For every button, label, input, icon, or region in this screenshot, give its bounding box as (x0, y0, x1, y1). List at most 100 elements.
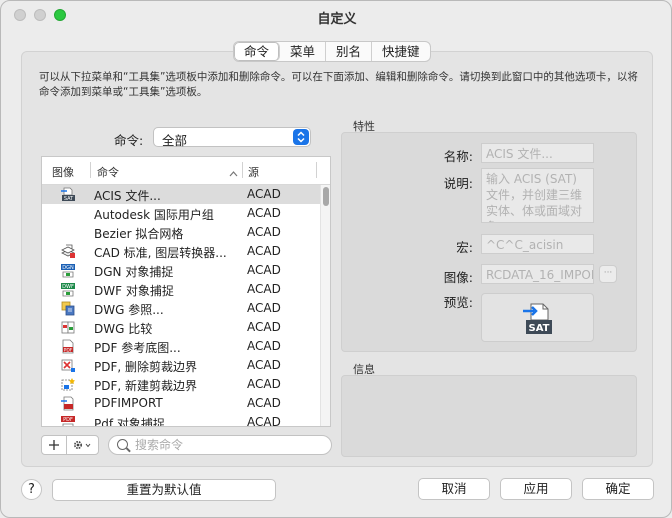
macro-field[interactable]: ^C^C_acisin (481, 234, 594, 254)
tab-bar: 命令 菜单 别名 快捷键 (233, 41, 431, 62)
command-rows: SAT ACIS 文件... ACAD Autodesk 国际用户组 ACAD … (42, 185, 320, 427)
table-row[interactable]: DWF DWF 对象捕捉 ACAD (42, 280, 320, 299)
dwg-compare-icon (60, 320, 76, 335)
command-search-input[interactable] (135, 437, 325, 453)
tab-shortcuts[interactable]: 快捷键 (372, 42, 430, 61)
command-source: ACAD (247, 339, 281, 353)
description-field[interactable]: 输入 ACIS (SAT) 文件，并创建三维实体、体或面域对象 (481, 168, 594, 223)
command-name: Autodesk 国际用户组 (94, 208, 214, 222)
cad-standards-icon (60, 244, 76, 259)
pdf-delete-clip-icon (60, 358, 76, 373)
command-filter-value: 全部 (162, 133, 188, 148)
command-name: DWG 比较 (94, 322, 153, 336)
table-row[interactable]: PDF PDF 参考底图... ACAD (42, 337, 320, 356)
cancel-button[interactable]: 取消 (418, 478, 490, 500)
column-header-source[interactable]: 源 (248, 164, 259, 180)
command-source: ACAD (247, 301, 281, 315)
table-row[interactable]: PDF Pdf 对象捕捉... ACAD (42, 413, 320, 427)
svg-text:SAT: SAT (64, 196, 74, 202)
command-name: PDF 参考底图... (94, 341, 181, 355)
name-field[interactable]: ACIS 文件... (481, 143, 594, 163)
tab-menus[interactable]: 菜单 (280, 42, 327, 61)
command-name: Bezier 拟合网格 (94, 227, 184, 241)
info-group (341, 375, 637, 457)
command-name: DGN 对象捕捉 (94, 265, 174, 279)
command-list-header: 图像 命令 源 (42, 157, 330, 185)
dwg-reference-icon (60, 301, 76, 316)
gear-icon (73, 440, 90, 450)
image-field[interactable]: RCDATA_16_IMPORT (481, 264, 594, 284)
command-source: ACAD (247, 187, 281, 201)
command-source: ACAD (247, 263, 281, 277)
scrollbar-thumb[interactable] (323, 187, 329, 206)
command-list[interactable]: 图像 命令 源 SAT ACIS 文件... ACAD Autodesk 国际用… (41, 156, 331, 427)
svg-text:SAT: SAT (529, 323, 550, 334)
svg-text:PDF: PDF (64, 347, 73, 353)
table-row[interactable]: PDFIMPORT ACAD (42, 394, 320, 413)
command-list-scrollbar[interactable] (320, 185, 330, 426)
command-source: ACAD (247, 282, 281, 296)
pdf-snap-icon: PDF (60, 415, 76, 426)
command-source: ACAD (247, 377, 281, 391)
command-filter-label: 命令: (114, 133, 144, 148)
tab-commands[interactable]: 命令 (234, 42, 281, 61)
pdf-new-clip-icon (60, 377, 76, 392)
command-source: ACAD (247, 244, 281, 258)
svg-text:DWF: DWF (62, 284, 74, 290)
help-button[interactable]: ? (21, 479, 42, 500)
customize-dialog: 自定义 命令 菜单 别名 快捷键 可以从下拉菜单和“工具集”选项板中添加和删除命… (0, 0, 672, 518)
column-divider (90, 162, 91, 178)
command-source: ACAD (247, 206, 281, 220)
command-source: ACAD (247, 358, 281, 372)
command-actions-menu-button[interactable] (66, 435, 99, 455)
column-divider (242, 162, 243, 178)
command-name: CAD 标准, 图层转换器... (94, 246, 227, 260)
command-name: ACIS 文件... (94, 189, 161, 203)
window-title: 自定义 (317, 12, 357, 27)
description-text: 可以从下拉菜单和“工具集”选项板中添加和删除命令。可以在下面添加、编辑和删除命令… (39, 71, 638, 98)
table-row[interactable]: DGN DGN 对象捕捉 ACAD (42, 261, 320, 280)
tab-aliases[interactable]: 别名 (326, 42, 373, 61)
table-row[interactable]: DWG 参照... ACAD (42, 299, 320, 318)
chevron-updown-icon (293, 129, 309, 145)
description-label: 说明: (443, 176, 473, 191)
sat-file-icon: SAT (60, 187, 76, 202)
command-name: Pdf 对象捕捉... (94, 417, 177, 427)
table-row[interactable]: PDF, 新建剪裁边界 ACAD (42, 375, 320, 394)
command-name: PDFIMPORT (94, 396, 163, 410)
apply-button[interactable]: 应用 (500, 478, 572, 500)
plus-icon (49, 440, 59, 450)
command-name: DWF 对象捕捉 (94, 284, 174, 298)
command-search-field[interactable] (108, 435, 332, 455)
browse-image-button[interactable]: ··· (599, 265, 617, 283)
table-row[interactable]: SAT ACIS 文件... ACAD (42, 185, 320, 204)
title-bar: 自定义 (1, 1, 671, 29)
sort-ascending-icon (229, 166, 238, 180)
column-header-command[interactable]: 命令 (97, 164, 119, 180)
ok-button[interactable]: 确定 (582, 478, 654, 500)
pdf-underlay-icon: PDF (60, 339, 76, 354)
command-name: DWG 参照... (94, 303, 164, 317)
command-source: ACAD (247, 415, 281, 427)
table-row[interactable]: Autodesk 国际用户组 ACAD (42, 204, 320, 223)
search-icon (117, 439, 128, 450)
dwf-snap-icon: DWF (60, 282, 76, 297)
svg-text:DGN: DGN (62, 265, 74, 271)
name-label: 名称: (443, 149, 473, 164)
table-row[interactable]: CAD 标准, 图层转换器... ACAD (42, 242, 320, 261)
add-command-button[interactable] (41, 435, 67, 455)
image-label: 图像: (443, 270, 473, 285)
svg-text:PDF: PDF (63, 417, 73, 423)
table-row[interactable]: DWG 比较 ACAD (42, 318, 320, 337)
sat-file-icon: SAT (523, 303, 552, 334)
table-row[interactable]: Bezier 拟合网格 ACAD (42, 223, 320, 242)
preview-label: 预览: (443, 295, 473, 310)
column-header-image[interactable]: 图像 (52, 164, 74, 180)
command-name: PDF, 新建剪裁边界 (94, 379, 198, 393)
image-preview: SAT (481, 293, 594, 342)
command-source: ACAD (247, 225, 281, 239)
table-row[interactable]: PDF, 删除剪裁边界 ACAD (42, 356, 320, 375)
reset-defaults-button[interactable]: 重置为默认值 (52, 479, 276, 501)
column-divider (316, 162, 317, 178)
command-filter-select[interactable]: 全部 (153, 127, 311, 148)
